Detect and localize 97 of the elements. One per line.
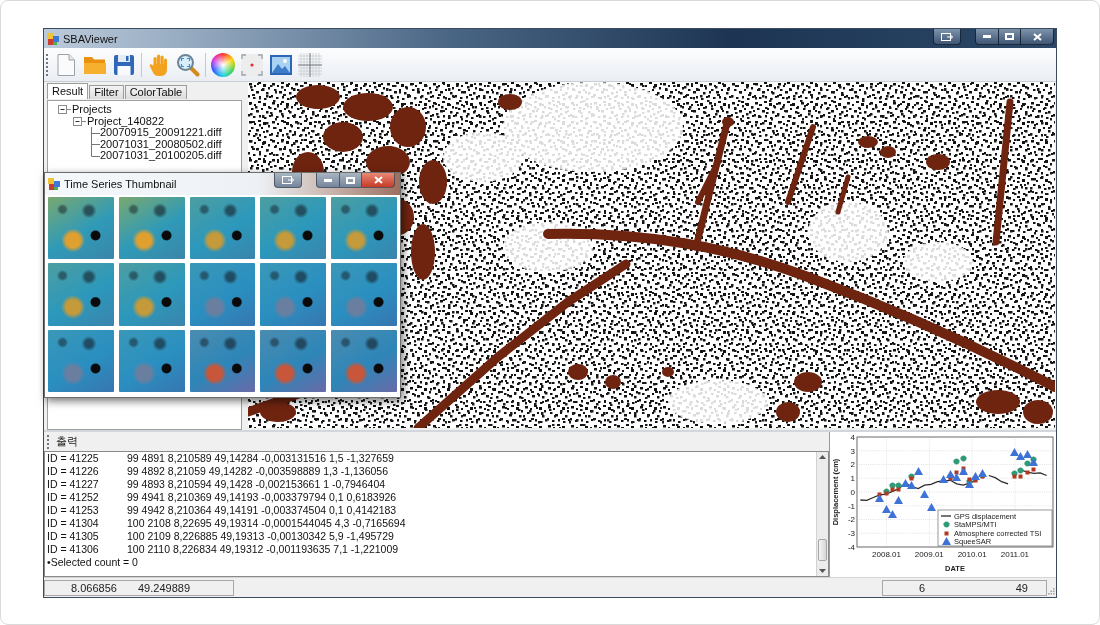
- record-id: ID = 41304: [47, 517, 100, 530]
- status-value: 8.066856: [70, 581, 118, 594]
- record-values: 100 2108 8,22695 49,19314 -0,0001544045 4,3 -0,7165694: [127, 517, 406, 530]
- record-id: ID = 41227: [47, 478, 100, 491]
- x-tick-label: 2010.01: [957, 549, 987, 559]
- thumbnail-image[interactable]: [260, 329, 327, 392]
- record-values: 100 2110 8,226834 49,19312 -0,001193635 7,1 -1,221009: [127, 543, 399, 556]
- save-icon[interactable]: [112, 52, 136, 77]
- tree-branch-icon: [90, 138, 100, 151]
- status-value: 6: [919, 581, 926, 594]
- record-values: 100 2109 8,226885 49,19313 -0,00130342 5,9 -1,495729: [127, 530, 394, 543]
- x-tick-label: 2008.01: [872, 549, 901, 559]
- status-value: 49: [1015, 581, 1028, 594]
- record-id: ID = 41306: [47, 543, 100, 556]
- maximize-icon: [1005, 33, 1014, 40]
- window-button[interactable]: [933, 29, 961, 45]
- thumbnail-image[interactable]: [118, 197, 185, 260]
- zoom-icon[interactable]: [176, 52, 200, 77]
- thumbnail-image[interactable]: [48, 329, 114, 392]
- minimize-button[interactable]: [316, 173, 340, 188]
- close-button[interactable]: [1021, 29, 1054, 45]
- thumbnail-image[interactable]: [189, 197, 256, 260]
- record-values: 99 4893 8,210594 49,1428 -0,002153661 1 -0,7946404: [127, 478, 386, 491]
- y-tick-label: -3: [847, 529, 855, 539]
- data-point: [927, 503, 936, 511]
- y-tick-label: 1: [850, 474, 855, 484]
- tab[interactable]: ColorTable: [124, 85, 188, 99]
- thumbnail-image[interactable]: [48, 197, 114, 260]
- resize-grip-icon[interactable]: [1048, 588, 1055, 595]
- y-tick-label: 4: [850, 432, 855, 442]
- thumbnail-image[interactable]: [118, 329, 185, 392]
- caret-down-icon: [819, 569, 826, 573]
- record-values: 99 4941 8,210369 49,14193 -0,003379794 0,1 0,6183926: [127, 491, 397, 504]
- line-marker-icon: [940, 515, 952, 517]
- grip-icon: [45, 52, 49, 77]
- thumbnail-image[interactable]: [48, 263, 114, 326]
- window-title: SBAViewer: [63, 32, 118, 45]
- record-id: ID = 41305: [47, 530, 100, 543]
- x-tick-label: 2011.01: [1000, 549, 1030, 559]
- app-icon: [47, 32, 59, 45]
- close-icon: [373, 176, 383, 184]
- x-tick-label: 2009.01: [914, 549, 944, 559]
- record-id: ID = 41226: [47, 465, 100, 478]
- record-id: ID = 41252: [47, 491, 100, 504]
- status-value: 49.249889: [138, 581, 190, 594]
- tab[interactable]: Filter: [89, 85, 124, 99]
- y-tick-label: 2: [850, 460, 855, 470]
- tree-item[interactable]: 20071031_20080502.diff: [100, 138, 222, 150]
- y-tick-label: 0: [850, 487, 855, 497]
- panel-title: 출력: [56, 434, 78, 449]
- tab[interactable]: Result: [47, 83, 89, 99]
- circle-marker-icon: [943, 521, 950, 528]
- thumbnail-image[interactable]: [189, 263, 256, 326]
- record-id: ID = 41253: [47, 504, 100, 517]
- y-tick-label: -2: [847, 515, 855, 525]
- y-tick-label: -4: [847, 542, 855, 552]
- minimize-button[interactable]: [975, 29, 999, 45]
- thumbnail-image[interactable]: [331, 197, 397, 260]
- y-tick-label: -1: [847, 501, 855, 511]
- color-wheel-icon[interactable]: [211, 52, 235, 77]
- data-point: [920, 490, 929, 498]
- record-values: 99 4942 8,210364 49,14191 -0,003374504 0,1 0,4142183: [127, 504, 397, 517]
- y-tick-label: 3: [850, 446, 855, 456]
- thumbnail-image[interactable]: [331, 263, 397, 326]
- grip-icon: [46, 434, 50, 449]
- thumbnail-image[interactable]: [331, 329, 397, 392]
- close-icon: [1032, 32, 1042, 41]
- scrollbar[interactable]: [816, 452, 828, 576]
- app-icon: [48, 178, 60, 190]
- close-button[interactable]: [362, 173, 395, 188]
- minimize-icon: [324, 178, 332, 182]
- thumbnail-image[interactable]: [189, 329, 256, 392]
- record-values: 99 4892 8,21059 49,14282 -0,003598889 1,3 -1,136056: [127, 465, 388, 478]
- tree-item[interactable]: Project_140822: [87, 115, 165, 127]
- window-title: Time Series Thumbnail: [64, 178, 177, 190]
- thumbnail-image[interactable]: [260, 263, 327, 326]
- maximize-icon: [346, 176, 355, 184]
- tree-item[interactable]: Projects: [72, 104, 112, 116]
- thumbnail-image[interactable]: [118, 263, 185, 326]
- minimize-icon: [983, 35, 991, 38]
- summary-text: •Selected count = 0: [47, 556, 138, 569]
- scrollbar-thumb[interactable]: [818, 539, 827, 561]
- tree-branch-icon: [90, 126, 100, 139]
- minus-box-icon[interactable]: [73, 116, 86, 126]
- record-values: 99 4891 8,210589 49,14284 -0,003131516 1,5 -1,327659: [127, 452, 394, 465]
- tree-item[interactable]: 20070915_20091221.diff: [100, 127, 222, 139]
- triangle-marker-icon: [942, 537, 951, 545]
- data-point: [894, 496, 903, 504]
- record-id: ID = 41225: [47, 452, 100, 465]
- maximize-button[interactable]: [999, 29, 1021, 45]
- tree-item[interactable]: 20071031_20100205.diff: [100, 150, 222, 162]
- window-button[interactable]: [274, 173, 302, 188]
- thumbnail-image[interactable]: [260, 197, 327, 260]
- minus-box-icon[interactable]: [58, 105, 71, 115]
- image-icon[interactable]: [269, 52, 293, 77]
- caret-up-icon: [819, 455, 826, 459]
- maximize-button[interactable]: [340, 173, 362, 188]
